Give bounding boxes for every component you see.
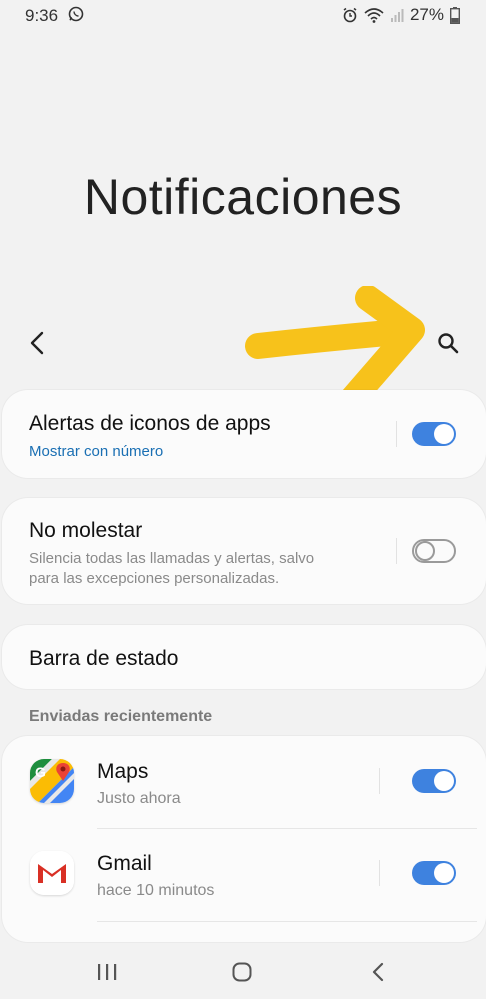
gmail-toggle[interactable]	[412, 861, 456, 885]
google-maps-icon: G	[30, 759, 74, 803]
home-icon[interactable]	[232, 962, 252, 982]
app-name: Maps	[97, 760, 149, 783]
wifi-icon	[364, 8, 384, 23]
do-not-disturb-toggle[interactable]	[412, 539, 456, 563]
divider	[379, 768, 380, 794]
app-time: hace 10 minutos	[97, 882, 215, 899]
divider	[379, 860, 380, 886]
toggle-knob	[434, 863, 454, 883]
app-time: Justo ahora	[97, 790, 181, 807]
do-not-disturb-subtitle-line1: Silencia todas las llamadas y alertas, s…	[29, 550, 315, 567]
toggle-knob	[434, 771, 454, 791]
divider	[396, 538, 397, 564]
whatsapp-icon	[68, 6, 84, 22]
status-bar-card[interactable]: Barra de estado	[2, 625, 486, 689]
do-not-disturb-subtitle-line2: para las excepciones personalizadas.	[29, 570, 280, 587]
battery-percent: 27%	[409, 5, 444, 24]
app-icon-badges-title: Alertas de iconos de apps	[29, 412, 271, 435]
app-icon-badges-card[interactable]: Alertas de iconos de apps Mostrar con nú…	[2, 390, 486, 478]
do-not-disturb-card[interactable]: No molestar Silencia todas las llamadas …	[2, 498, 486, 604]
page-title: Notificaciones	[83, 169, 403, 225]
maps-toggle[interactable]	[412, 769, 456, 793]
search-icon[interactable]	[436, 331, 460, 355]
signal-icon	[390, 9, 404, 22]
list-item-maps[interactable]: G Maps Justo ahora	[2, 736, 486, 828]
recent-apps-card: G Maps Justo ahora Gmail hace 10 minutos	[2, 736, 486, 942]
app-icon-badges-subtitle[interactable]: Mostrar con número	[29, 441, 163, 462]
gmail-icon	[30, 851, 74, 895]
divider	[396, 421, 397, 447]
back-arrow-icon[interactable]	[26, 330, 50, 356]
status-icons: 27%	[342, 5, 460, 25]
list-item-gmail[interactable]: Gmail hace 10 minutos	[2, 829, 486, 921]
row-divider	[97, 921, 477, 922]
toggle-knob	[434, 424, 454, 444]
app-icon-badges-toggle[interactable]	[412, 422, 456, 446]
toggle-knob	[415, 541, 435, 561]
recent-apps-icon[interactable]	[96, 963, 118, 981]
svg-text:G: G	[35, 764, 46, 780]
nav-back-icon[interactable]	[370, 961, 386, 983]
battery-icon	[450, 6, 460, 24]
do-not-disturb-title: No molestar	[29, 519, 143, 542]
recent-section-label: Enviadas recientemente	[29, 708, 213, 725]
status-bar-title: Barra de estado	[29, 647, 179, 670]
status-bar: 9:36 27%	[0, 0, 486, 30]
alarm-icon	[343, 7, 357, 23]
navigation-bar	[0, 945, 486, 999]
status-time: 9:36	[25, 6, 59, 25]
app-name: Gmail	[97, 852, 152, 875]
